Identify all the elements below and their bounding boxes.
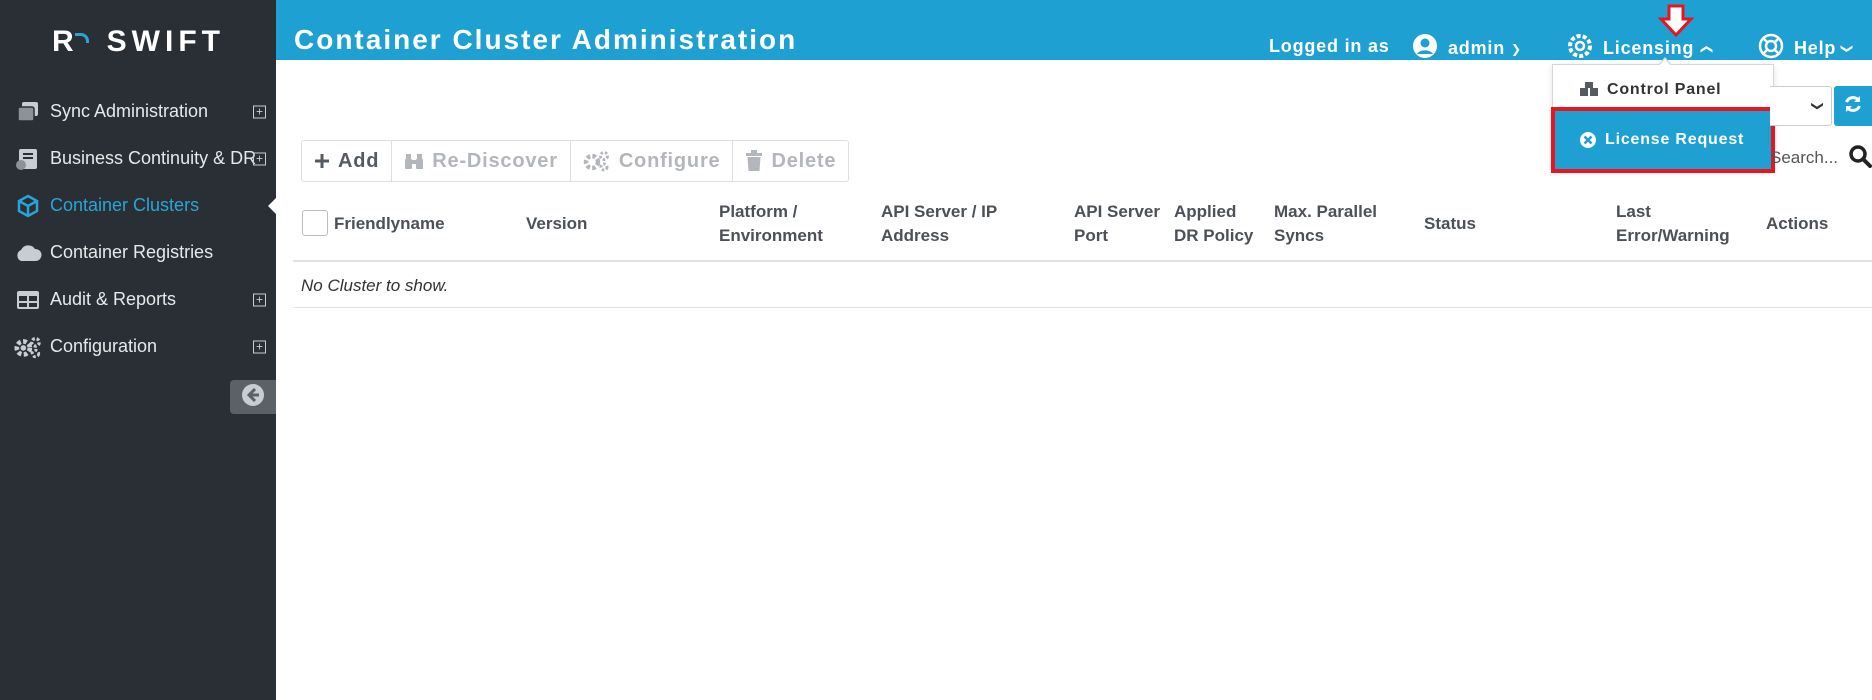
gear-icon: [1567, 33, 1593, 64]
delete-button-label: Delete: [771, 149, 837, 172]
sidebar-item-label: Sync Administration: [50, 101, 209, 121]
chevron-down-icon: ❯: [1840, 43, 1855, 54]
column-header-api-server-port[interactable]: API Server Port: [1074, 200, 1160, 248]
plus-icon: [314, 153, 330, 169]
menu-item-label: Control Panel: [1607, 81, 1722, 98]
sidebar-item-business-continuity[interactable]: Business Continuity & DR +: [0, 135, 276, 182]
chevron-up-icon: ❯: [1698, 43, 1713, 54]
expand-icon[interactable]: +: [253, 340, 266, 353]
cluster-table-header: Friendlyname Version Platform / Environme…: [293, 192, 1872, 262]
copy-icon: [14, 100, 42, 124]
expand-icon[interactable]: +: [253, 152, 266, 165]
arrow-down-annotation-icon: [1657, 4, 1695, 38]
column-header-last-error-warning[interactable]: Last Error/Warning: [1616, 200, 1730, 248]
column-header-applied-dr-policy[interactable]: Applied DR Policy: [1174, 200, 1253, 248]
sidebar-item-label: Container Clusters: [50, 195, 200, 215]
column-header-api-server-address[interactable]: API Server / IP Address: [881, 200, 997, 248]
scroll-icon: [14, 147, 42, 171]
page-title: Container Cluster Administration: [294, 24, 798, 55]
control-panel-menu-item[interactable]: Control Panel: [1553, 77, 1773, 103]
top-header: Container Cluster Administration Logged …: [276, 0, 1872, 60]
column-header-status[interactable]: Status: [1424, 212, 1476, 236]
user-circle-icon: [1412, 33, 1438, 64]
licensing-label: Licensing: [1603, 38, 1695, 58]
search-icon[interactable]: [1848, 144, 1872, 173]
refresh-button[interactable]: [1834, 86, 1872, 126]
cluster-toolbar: Add Re-Discover Configure Delete: [301, 140, 850, 182]
licensing-dropdown: Control Panel License Request: [1551, 57, 1775, 173]
gears-icon: [14, 335, 42, 359]
configure-button[interactable]: Configure: [571, 141, 734, 181]
expand-icon[interactable]: +: [253, 293, 266, 306]
binoculars-icon: [404, 152, 424, 170]
sidebar-item-container-registries[interactable]: Container Registries: [0, 229, 276, 276]
table-empty-row: No Cluster to show.: [293, 264, 1872, 308]
empty-table-message: No Cluster to show.: [301, 276, 449, 295]
sidebar-nav: Sync Administration + Business Continuit…: [0, 88, 276, 370]
column-header-version[interactable]: Version: [526, 212, 587, 236]
sidebar-item-label: Container Registries: [50, 242, 214, 262]
arrow-left-circle-icon: [241, 383, 265, 412]
brand-logo[interactable]: R SWIFT: [52, 24, 225, 60]
sidebar-item-sync-administration[interactable]: Sync Administration +: [0, 88, 276, 135]
logged-in-label: Logged in as: [1269, 36, 1390, 56]
brand-logo-mark: [74, 33, 89, 43]
help-menu-toggle[interactable]: Help ❯: [1758, 33, 1855, 64]
rediscover-button-label: Re-Discover: [432, 149, 558, 172]
column-header-max-parallel-syncs[interactable]: Max. Parallel Syncs: [1274, 200, 1377, 248]
brand-logo-text: SWIFT: [106, 25, 225, 58]
collapse-sidebar-button[interactable]: [230, 380, 276, 414]
user-menu-toggle[interactable]: admin ❯: [1412, 33, 1522, 64]
column-header-friendlyname[interactable]: Friendlyname: [334, 212, 445, 236]
filter-select[interactable]: ❯: [1770, 86, 1832, 126]
gears-icon: [583, 150, 611, 172]
license-request-menu-item[interactable]: License Request: [1551, 107, 1775, 173]
chevron-down-icon: ❯: [1511, 41, 1522, 56]
refresh-icon: [1843, 94, 1863, 119]
add-button[interactable]: Add: [302, 141, 393, 181]
chevron-down-icon: ❯: [1810, 100, 1825, 112]
boxes-icon: [1579, 82, 1599, 98]
sidebar-item-container-clusters[interactable]: Container Clusters: [0, 182, 276, 229]
sidebar-item-label: Business Continuity & DR: [50, 148, 257, 168]
select-all-checkbox[interactable]: [302, 210, 328, 236]
user-name: admin: [1448, 38, 1506, 58]
sidebar-item-label: Configuration: [50, 336, 158, 356]
rediscover-button[interactable]: Re-Discover: [392, 141, 571, 181]
configure-button-label: Configure: [618, 149, 721, 172]
column-header-platform[interactable]: Platform / Environment: [719, 200, 823, 248]
sidebar-item-label: Audit & Reports: [50, 289, 177, 309]
sidebar: R SWIFT Sync Administration + Business C…: [0, 0, 276, 700]
times-circle-icon: [1579, 131, 1597, 149]
search-input[interactable]: Search...: [1770, 148, 1838, 168]
delete-button[interactable]: Delete: [733, 141, 848, 181]
add-button-label: Add: [338, 149, 380, 172]
expand-icon[interactable]: +: [253, 105, 266, 118]
lifebuoy-icon: [1758, 33, 1784, 64]
menu-item-label: License Request: [1605, 131, 1745, 148]
help-label: Help: [1794, 38, 1837, 58]
cube-icon: [14, 194, 42, 218]
trash-icon: [745, 150, 763, 172]
table-icon: [14, 288, 42, 312]
sidebar-item-configuration[interactable]: Configuration +: [0, 323, 276, 370]
cloud-icon: [14, 241, 42, 265]
column-header-actions: Actions: [1766, 214, 1829, 233]
sidebar-item-audit-reports[interactable]: Audit & Reports +: [0, 276, 276, 323]
